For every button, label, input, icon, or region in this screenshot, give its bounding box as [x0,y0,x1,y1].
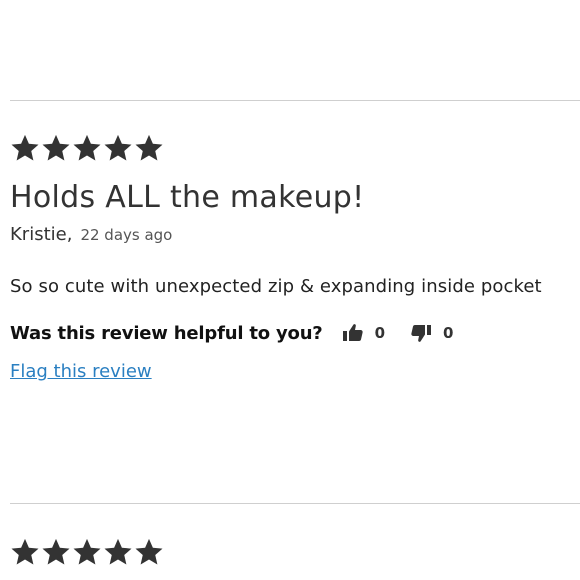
review-divider [10,503,580,504]
star-icon [134,537,164,567]
star-icon [10,537,40,567]
review-byline: Kristie, 22 days ago [10,224,580,245]
star-icon [10,133,40,163]
thumbs-down-button[interactable]: 0 [409,321,453,345]
star-rating [10,128,580,168]
review-divider [10,100,580,101]
thumbs-up-count: 0 [374,324,385,342]
review-body: So so cute with unexpected zip & expandi… [10,276,542,297]
star-icon [41,133,71,163]
review-card [10,532,580,572]
helpful-row: Was this review helpful to you? 0 0 [10,321,580,345]
review-card: Holds ALL the makeup! Kristie, 22 days a… [10,128,580,382]
thumbs-up-button[interactable]: 0 [341,321,385,345]
thumbs-up-icon [341,321,365,345]
star-icon [103,537,133,567]
star-rating [10,532,580,572]
helpful-question: Was this review helpful to you? [10,322,323,344]
flag-review-link[interactable]: Flag this review [10,361,152,382]
star-icon [41,537,71,567]
star-icon [134,133,164,163]
star-icon [72,537,102,567]
review-title: Holds ALL the makeup! [10,180,365,215]
review-author: Kristie, [10,224,73,245]
star-icon [103,133,133,163]
thumbs-down-count: 0 [443,324,454,342]
thumbs-down-icon [409,321,433,345]
review-date: 22 days ago [80,226,173,244]
reviews-page: Holds ALL the makeup! Kristie, 22 days a… [0,0,580,580]
star-icon [72,133,102,163]
